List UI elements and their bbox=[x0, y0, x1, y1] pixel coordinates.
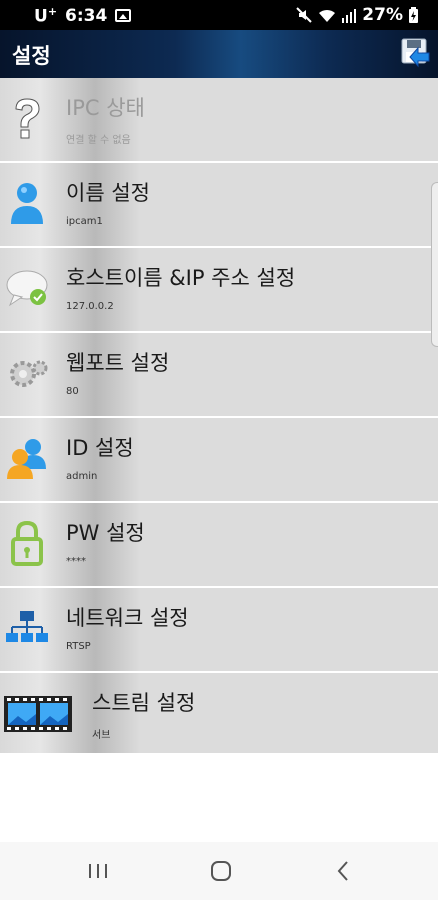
carrier-label: U+ bbox=[34, 5, 58, 27]
item-title: 스트림 설정 bbox=[92, 691, 196, 715]
gallery-notification-icon bbox=[115, 9, 132, 23]
item-subtitle: 127.0.0.2 bbox=[66, 301, 114, 312]
item-title: PW 설정 bbox=[66, 521, 145, 545]
signal-icon bbox=[342, 8, 357, 23]
recents-icon bbox=[89, 864, 107, 878]
item-subtitle: **** bbox=[66, 556, 86, 567]
status-right: 27% bbox=[296, 5, 418, 25]
back-button[interactable] bbox=[323, 856, 363, 886]
settings-list: IPC 상태 연결 할 수 없음 이름 설정 ipcam1 호스트이름 &IP … bbox=[0, 78, 438, 753]
chat-bubble-check-icon bbox=[6, 270, 48, 307]
item-subtitle: 서브 bbox=[92, 730, 111, 741]
system-navigation-bar bbox=[0, 842, 438, 900]
list-item-id-setting[interactable]: ID 설정 admin bbox=[0, 418, 438, 503]
recents-button[interactable] bbox=[78, 856, 118, 886]
wifi-icon bbox=[319, 9, 336, 22]
users-icon bbox=[7, 439, 46, 479]
item-title: 호스트이름 &IP 주소 설정 bbox=[66, 266, 296, 290]
status-left: U+ 6:34 bbox=[34, 5, 132, 27]
back-icon bbox=[337, 861, 348, 881]
list-item-stream-setting[interactable]: 스트림 설정 서브 bbox=[0, 673, 438, 753]
list-item-pw-setting[interactable]: PW 설정 **** bbox=[0, 503, 438, 588]
battery-charging-icon bbox=[409, 7, 418, 23]
scroll-indicator[interactable] bbox=[431, 182, 438, 347]
item-title: IPC 상태 bbox=[66, 96, 145, 120]
item-subtitle: ipcam1 bbox=[66, 216, 103, 227]
item-title: ID 설정 bbox=[66, 436, 134, 460]
list-item-web-port-setting[interactable]: 웹포트 설정 80 bbox=[0, 333, 438, 418]
home-icon bbox=[211, 861, 231, 881]
item-title: 웹포트 설정 bbox=[66, 351, 170, 375]
item-subtitle: RTSP bbox=[66, 641, 91, 652]
list-item-network-setting[interactable]: 네트워크 설정 RTSP bbox=[0, 588, 438, 673]
item-subtitle: 연결 할 수 없음 bbox=[66, 135, 131, 146]
item-title: 이름 설정 bbox=[66, 181, 150, 205]
network-icon bbox=[6, 611, 48, 642]
status-bar: U+ 6:34 27% bbox=[0, 0, 438, 30]
user-icon bbox=[11, 183, 43, 224]
list-item-host-ip-setting[interactable]: 호스트이름 &IP 주소 설정 127.0.0.2 bbox=[0, 248, 438, 333]
clock: 6:34 bbox=[65, 5, 108, 26]
save-exit-icon bbox=[401, 38, 430, 68]
save-exit-button[interactable] bbox=[398, 36, 432, 70]
gear-icon bbox=[10, 360, 48, 387]
home-button[interactable] bbox=[201, 856, 241, 886]
list-item-ipc-status[interactable]: IPC 상태 연결 할 수 없음 bbox=[0, 78, 438, 163]
item-title: 네트워크 설정 bbox=[66, 606, 189, 630]
item-subtitle: 80 bbox=[66, 386, 79, 397]
list-item-name-setting[interactable]: 이름 설정 ipcam1 bbox=[0, 163, 438, 248]
lock-icon bbox=[11, 520, 43, 566]
item-subtitle: admin bbox=[66, 471, 98, 482]
app-header: 설정 bbox=[0, 30, 438, 78]
film-icon bbox=[4, 696, 72, 732]
mute-icon bbox=[296, 7, 313, 23]
page-title: 설정 bbox=[12, 44, 51, 68]
battery-percent: 27% bbox=[362, 5, 403, 25]
question-icon bbox=[15, 98, 40, 139]
